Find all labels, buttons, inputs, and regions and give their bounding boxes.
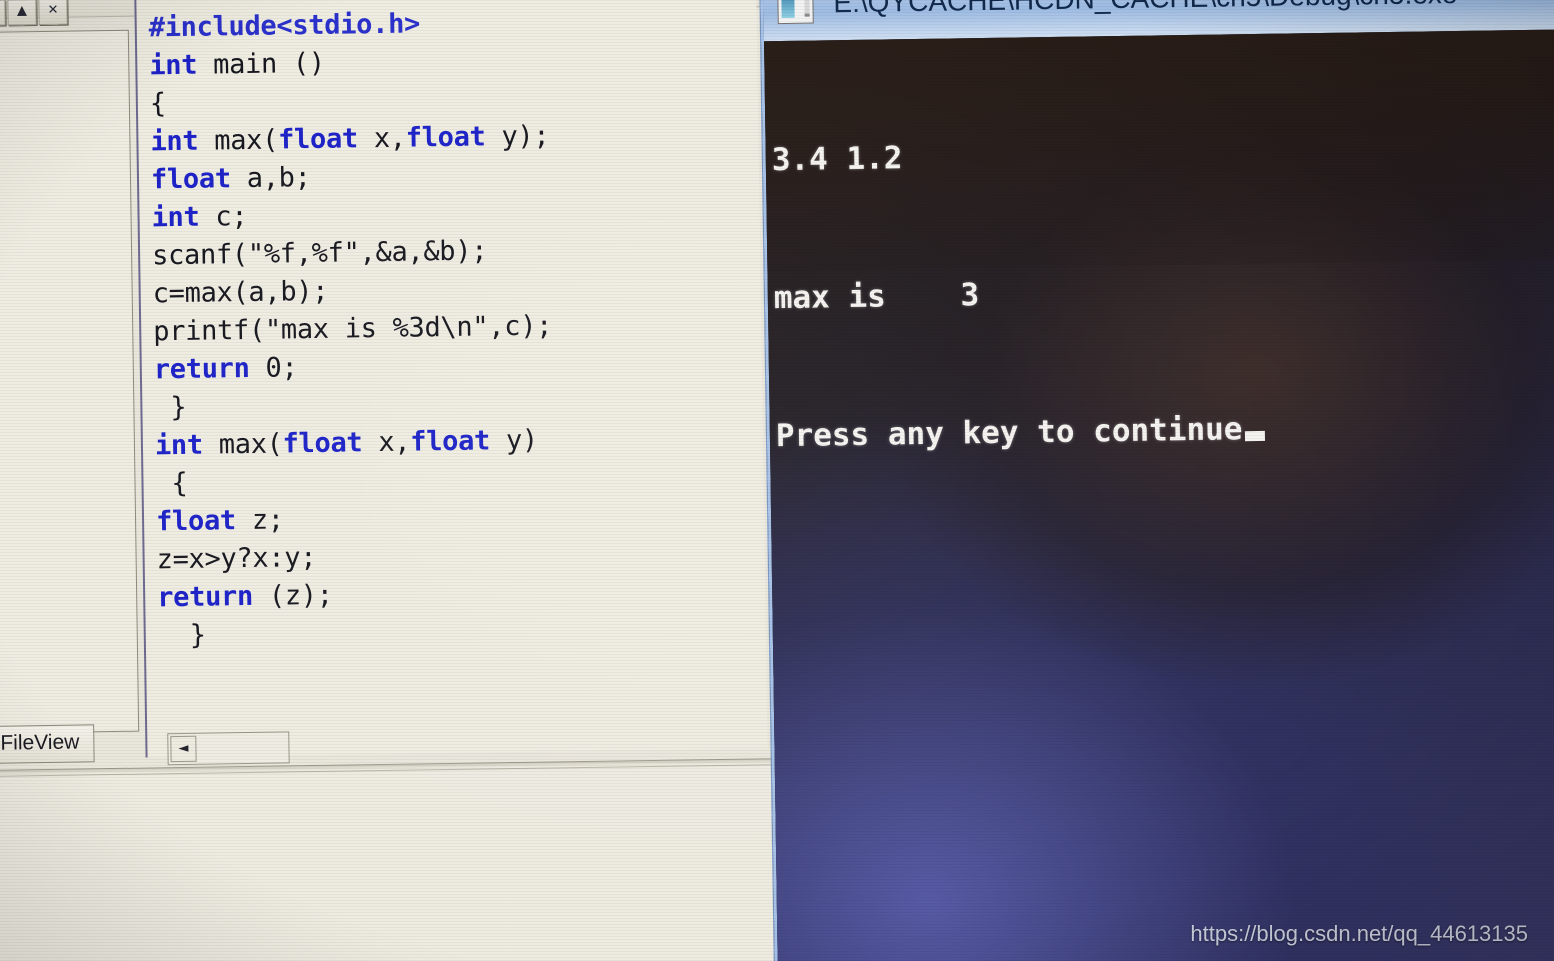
code-plain: y); [485,120,550,153]
code-plain: } [154,391,187,424]
code-keyword: float [155,505,237,538]
console-line-3: Press any key to continue [776,406,1265,459]
code-plain: x, [362,426,411,459]
console-app-icon [777,0,814,25]
code-plain: max( [202,428,283,461]
code-editor-pane[interactable]: #include<stdio.h> int main (){int max(flo… [134,0,768,758]
code-keyword: return [156,580,254,614]
mdi-window-controls: – ▲ ✕ [0,0,73,30]
screenshot-root: ▼ ▼ ▼▼ [0,0,1554,961]
code-plain: 0; [249,352,298,384]
code-plain: { [149,88,167,120]
code-plain: max( [198,124,279,157]
code-keyword: int [151,201,200,234]
build-output-text: ---------Configuration: ch5 - Win32 Debu… [0,783,725,961]
code-keyword: float [410,425,491,458]
monitor-screen: ▼ ▼ ▼▼ [0,0,1554,961]
code-plain: x, [357,122,406,155]
code-plain: scanf("%f,%f",&a,&b); [151,235,488,272]
code-preprocessor: #include<stdio.h> [148,8,421,44]
fileview-pane[interactable] [0,29,140,734]
editor-horizontal-scrollbar[interactable]: ◄ [167,731,290,766]
source-code: #include<stdio.h> int main (){int max(flo… [148,0,762,655]
tab-fileview[interactable]: FileView [0,724,95,764]
watermark: https://blog.csdn.net/qq_44613135 [1190,921,1528,946]
console-window[interactable]: "E:\QYCACHE\HCDN_CACHE\ch5\Debug\ch5.exe… [760,0,1554,961]
code-plain: c=max(a,b); [152,275,329,310]
mdi-restore-button[interactable]: ▲ [7,0,37,26]
code-plain: z; [235,504,284,537]
code-keyword: float [150,163,232,196]
code-plain: (z); [252,579,333,612]
code-keyword: return [153,352,250,386]
code-keyword: int [150,125,199,158]
build-output-pane[interactable]: ---------Configuration: ch5 - Win32 Debu… [0,766,779,961]
code-plain: { [155,467,188,500]
code-plain: main () [196,47,326,81]
code-keyword: float [277,123,359,156]
code-plain: } [157,619,206,652]
console-output-text: 3.4 1.2 max is 3 Press any key to contin… [770,38,1266,551]
mdi-minimize-button[interactable]: – [0,0,6,26]
code-plain: y) [489,424,539,457]
code-plain: a,b; [230,162,311,195]
code-keyword: int [149,49,198,82]
code-plain: z=x>y?x:y; [156,541,317,576]
mdi-restore-label: ▲ [16,3,28,19]
code-plain: printf("max is %3d\n",c); [153,310,553,348]
code-keyword: int [154,429,204,462]
console-line-1: 3.4 1.2 [771,140,903,179]
workspace-tabstrip: FileView [0,724,136,772]
console-title-text: "E:\QYCACHE\HCDN_CACHE\ch5\Debug\ch5.exe… [823,0,1467,19]
code-keyword: float [282,427,363,460]
console-output-area[interactable]: 3.4 1.2 max is 3 Press any key to contin… [764,28,1554,961]
mdi-close-button[interactable]: ✕ [38,0,68,26]
console-line-3-text: Press any key to continue [775,411,1243,455]
code-keyword: float [405,121,486,154]
code-plain: c; [199,200,248,233]
mdi-minimize-label: – [0,1,5,25]
console-line-2: max is 3 [773,277,980,317]
scroll-left-arrow-icon[interactable]: ◄ [170,735,197,763]
mdi-close-label: ✕ [47,2,59,18]
console-cursor [1244,430,1265,442]
